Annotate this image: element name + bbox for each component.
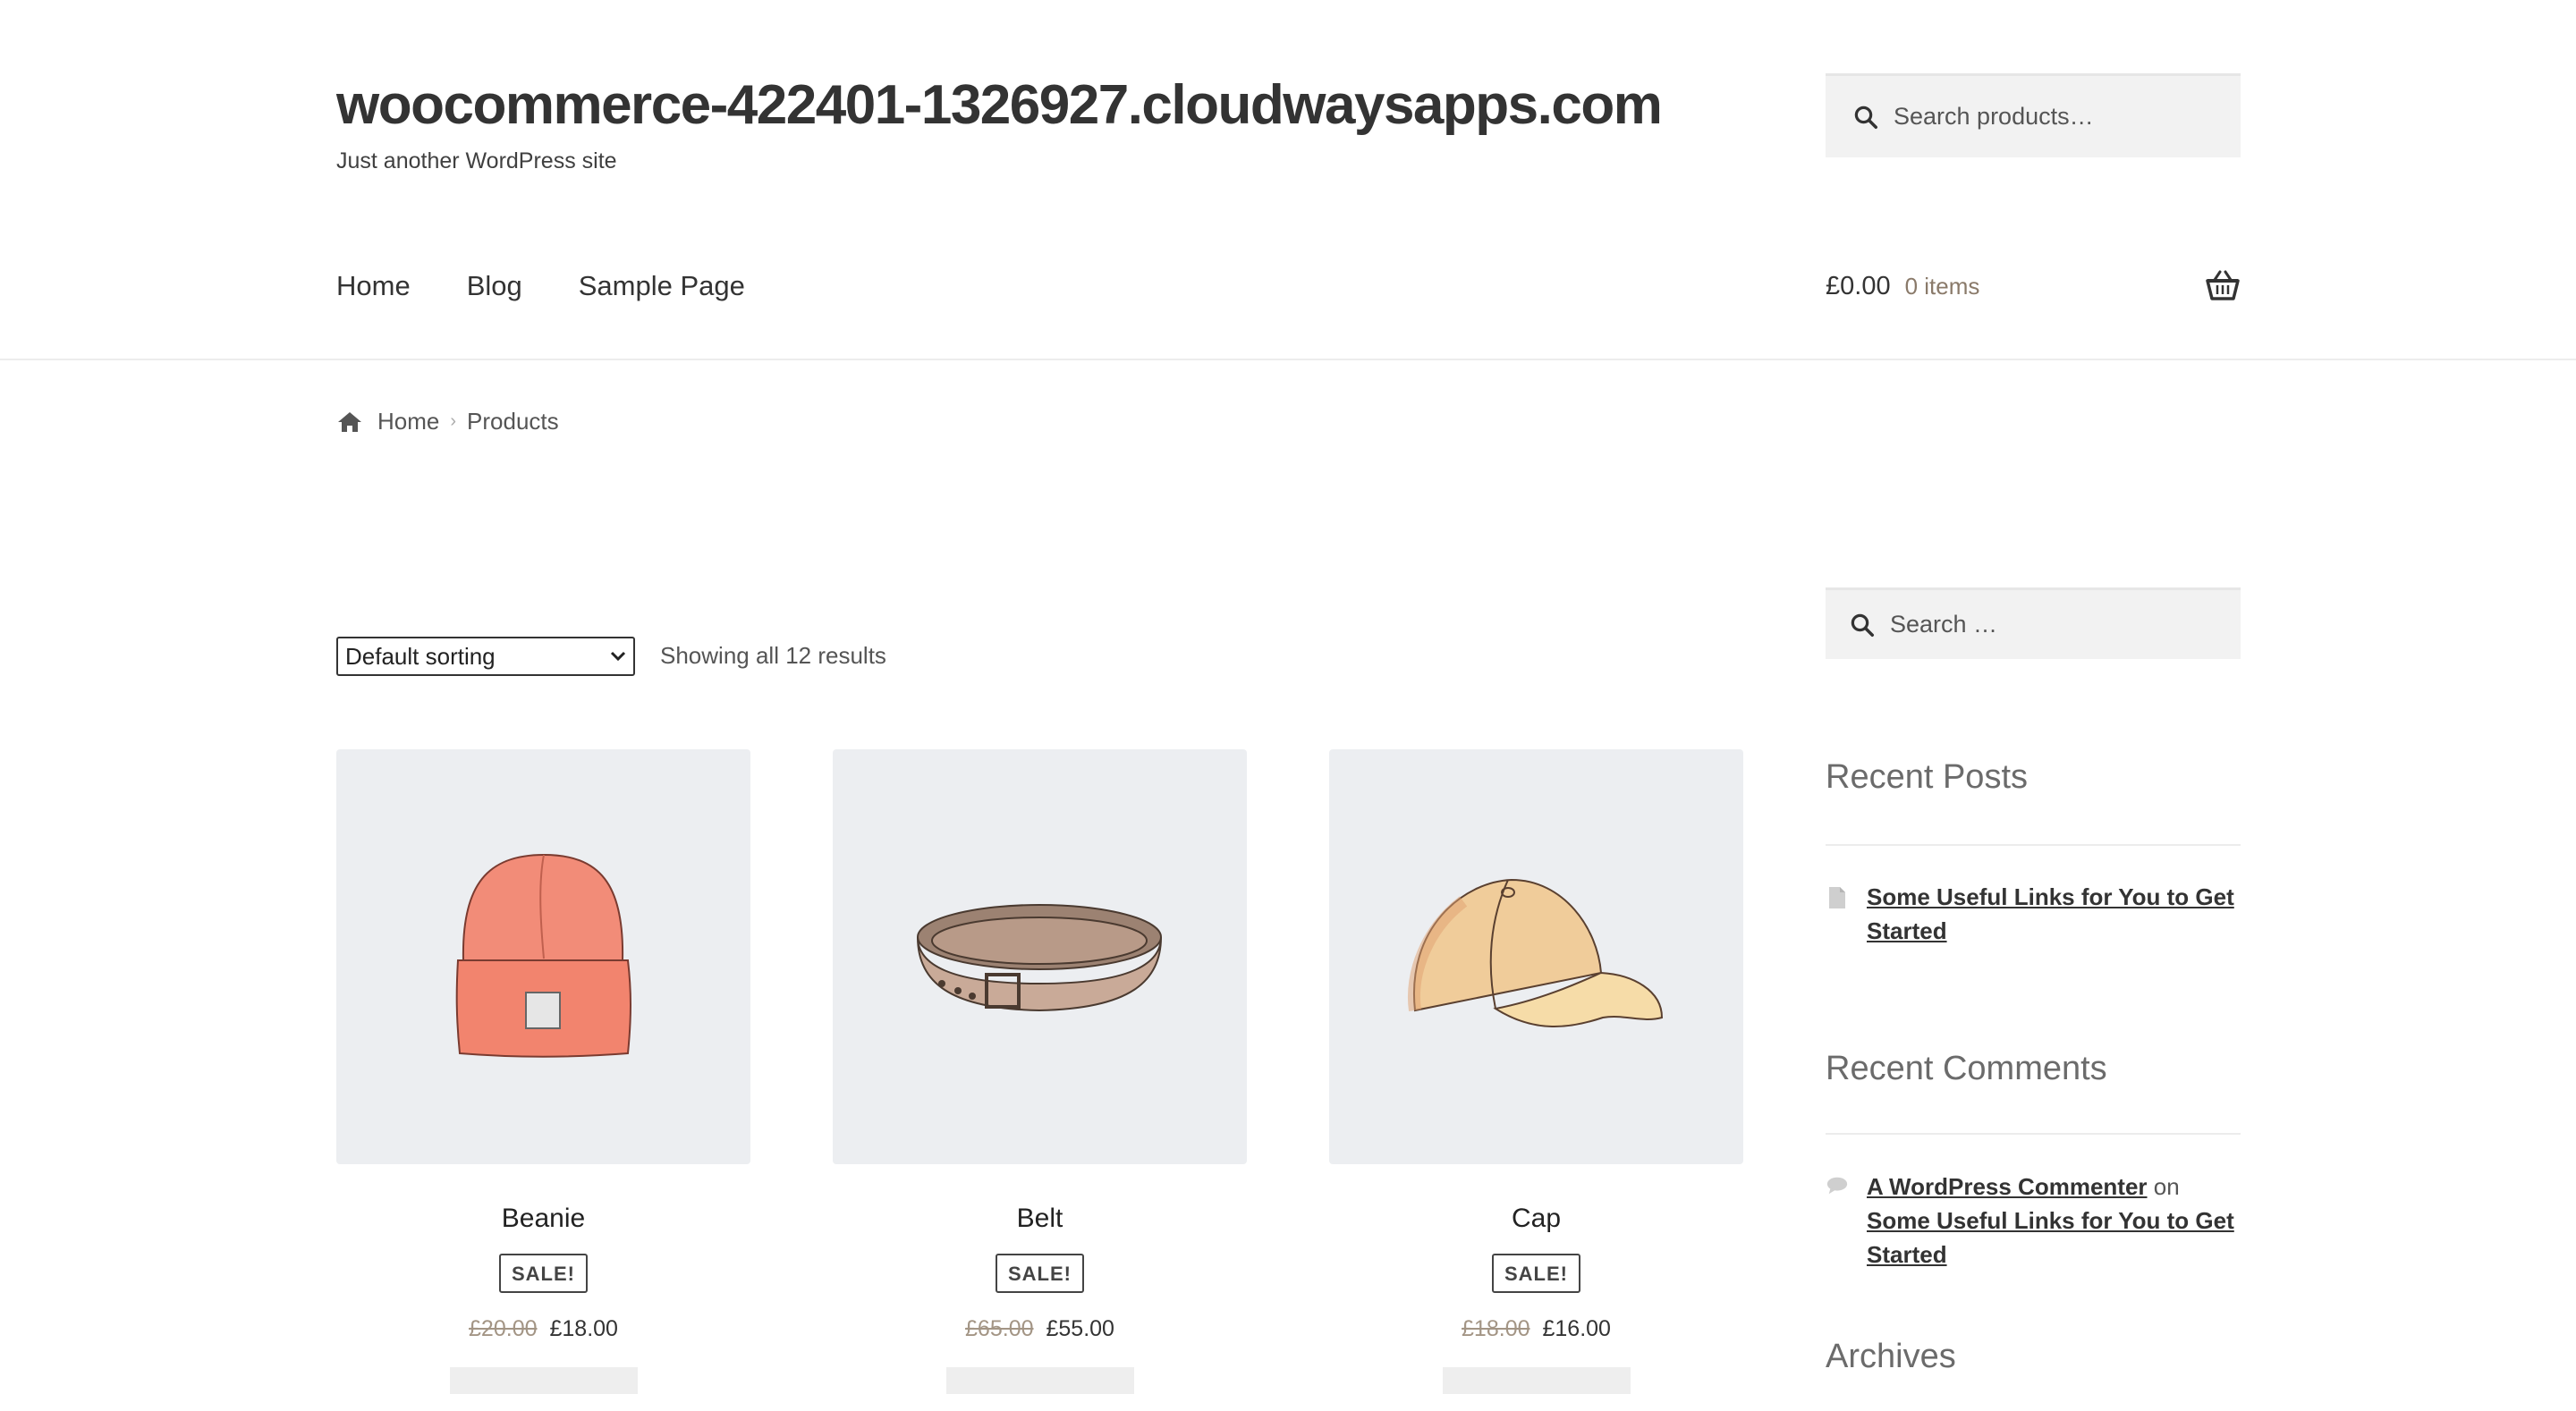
product-image-cap[interactable] [1329,749,1743,1164]
sale-price: £16.00 [1542,1316,1611,1341]
comment-on-text: on [2153,1173,2180,1200]
nav-item-sample-page[interactable]: Sample Page [579,270,745,302]
sidebar-search-input[interactable]: Search … [1826,587,2241,659]
primary-nav: Home Blog Sample Page [336,270,801,302]
nav-item-home[interactable]: Home [336,270,411,302]
breadcrumb: Home › Products [336,408,559,435]
beanie-image [455,853,631,1058]
add-to-cart-button[interactable] [945,1367,1134,1394]
product-title[interactable]: Beanie [336,1204,750,1234]
widget-divider [1826,844,2241,846]
recent-post-item: Some Useful Links for You to Get Started [1826,880,2246,948]
recent-comment-item: A WordPress Commenter on Some Useful Lin… [1826,1170,2246,1272]
cap-image [1408,878,1664,1027]
nav-item-blog[interactable]: Blog [467,270,522,302]
archives-title: Archives [1826,1338,1956,1375]
comment-post-link[interactable]: Some Useful Links for You to Get Started [1867,1207,2234,1268]
comment-author-link[interactable]: A WordPress Commenter [1867,1173,2148,1200]
add-to-cart-button[interactable] [449,1367,638,1394]
breadcrumb-current: Products [467,408,559,435]
document-icon [1829,887,1845,908]
recent-post-link[interactable]: Some Useful Links for You to Get Started [1867,883,2234,944]
sale-badge: SALE! [499,1254,588,1293]
sorting-value: Default sorting [345,642,496,670]
site-title[interactable]: woocommerce-422401-1326927.cloudwaysapps… [336,73,1663,137]
basket-icon[interactable] [2206,270,2240,300]
site-tagline: Just another WordPress site [336,148,617,173]
recent-comments-title: Recent Comments [1826,1050,2107,1087]
search-placeholder: Search products… [1894,103,2094,130]
cart-amount: £0.00 [1826,272,1891,300]
cart-count: 0 items [1904,273,1980,300]
old-price: £18.00 [1462,1316,1530,1341]
recent-posts-title: Recent Posts [1826,758,2028,796]
widget-divider [1826,1133,2241,1135]
sale-price: £18.00 [549,1316,618,1341]
product-image-beanie[interactable] [336,749,750,1164]
old-price: £20.00 [469,1316,538,1341]
sale-price: £55.00 [1046,1316,1114,1341]
comment-icon [1826,1177,1848,1195]
cart-summary[interactable]: £0.00 0 items [1826,272,1979,301]
add-to-cart-button[interactable] [1442,1367,1631,1394]
product-price: £20.00 £18.00 [336,1316,750,1342]
breadcrumb-home[interactable]: Home [377,408,439,435]
product-title[interactable]: Belt [833,1204,1247,1234]
sale-badge: SALE! [1492,1254,1580,1293]
result-count: Showing all 12 results [660,642,886,669]
chevron-down-icon [610,651,626,662]
search-placeholder: Search … [1890,611,1998,638]
product-image-belt[interactable] [833,749,1247,1164]
product-price: £65.00 £55.00 [833,1316,1247,1342]
product-search-input[interactable]: Search products… [1826,73,2241,157]
header-divider [0,359,2576,360]
search-icon [1851,613,1874,637]
chevron-right-icon: › [450,411,457,431]
sorting-select[interactable]: Default sorting [336,637,635,676]
home-icon [338,411,361,432]
sale-badge: SALE! [996,1254,1084,1293]
product-title[interactable]: Cap [1329,1204,1743,1234]
search-icon [1854,106,1877,129]
product-price: £18.00 £16.00 [1329,1316,1743,1342]
belt-image [917,904,1162,1012]
product-card[interactable]: Beanie SALE! £20.00 £18.00 [336,749,750,1394]
product-card[interactable]: Cap SALE! £18.00 £16.00 [1329,749,1743,1394]
old-price: £65.00 [965,1316,1034,1341]
product-card[interactable]: Belt SALE! £65.00 £55.00 [833,749,1247,1394]
